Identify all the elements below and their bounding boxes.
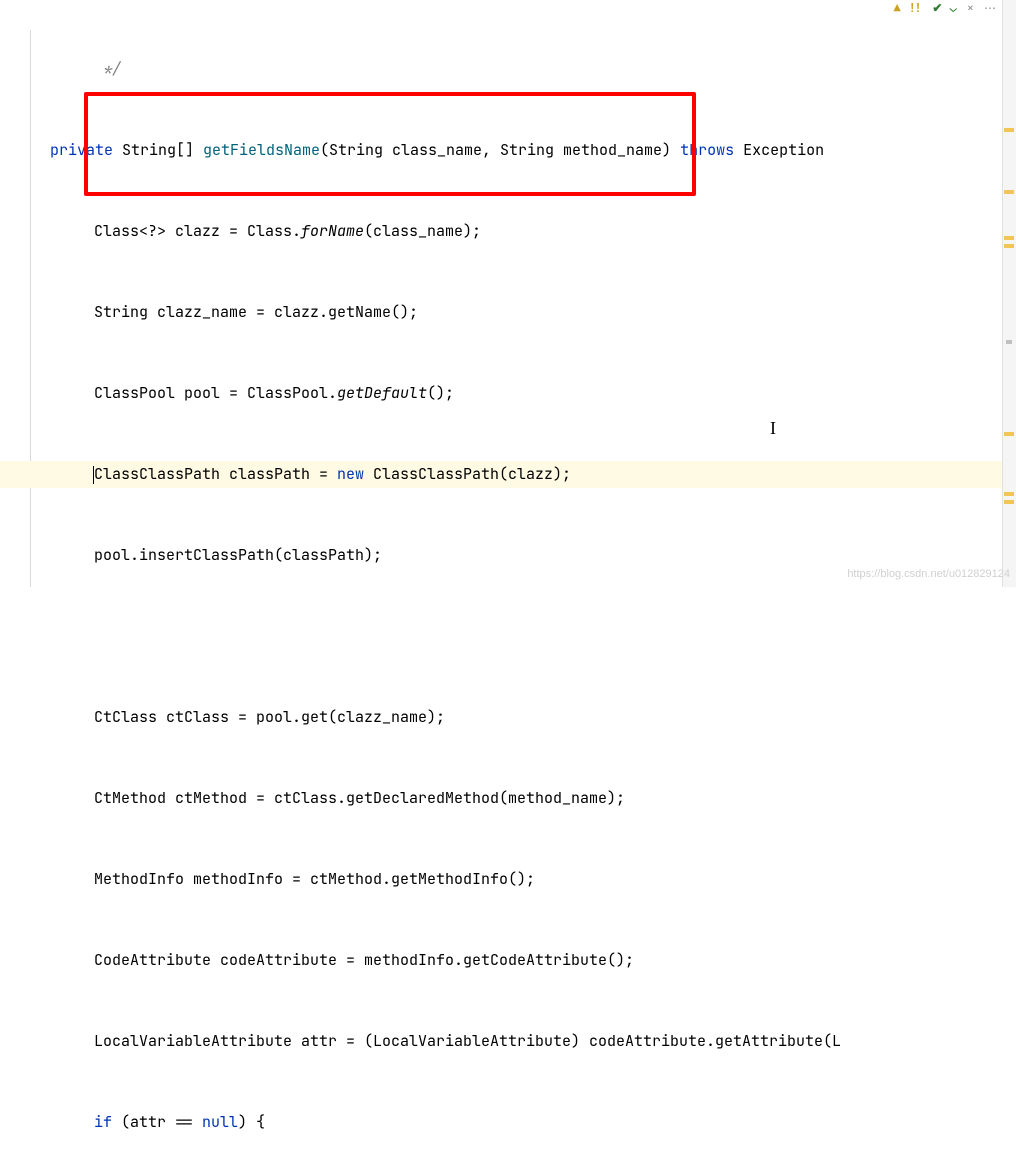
code-editor[interactable]: */ private String[] getFieldsName(String…	[0, 0, 1016, 587]
warning-stripe[interactable]	[1004, 190, 1014, 194]
warning-stripe[interactable]	[1004, 492, 1014, 496]
code-line-highlighted: ClassClassPath classPath = new ClassClas…	[0, 461, 1016, 488]
code-line: LocalVariableAttribute attr = (LocalVari…	[0, 1028, 1016, 1055]
method-signature: private String[] getFieldsName(String cl…	[0, 137, 1016, 164]
code-line: CodeAttribute codeAttribute = methodInfo…	[0, 947, 1016, 974]
code-line: CtMethod ctMethod = ctClass.getDeclaredM…	[0, 785, 1016, 812]
scrollbar-stripe-gutter[interactable]	[1002, 0, 1016, 587]
warning-stripe[interactable]	[1004, 432, 1014, 436]
warning-stripe[interactable]	[1004, 244, 1014, 248]
code-line: Class<?> clazz = Class.forName(class_nam…	[0, 218, 1016, 245]
watermark: https://blog.csdn.net/u012829124	[847, 565, 1010, 585]
code-line: ClassPool pool = ClassPool.getDefault();	[0, 380, 1016, 407]
code-line: CtClass ctClass = pool.get(clazz_name);	[0, 704, 1016, 731]
code-line: MethodInfo methodInfo = ctMethod.getMeth…	[0, 866, 1016, 893]
mark-stripe[interactable]	[1006, 340, 1012, 344]
blank-line	[0, 623, 1016, 650]
warning-stripe[interactable]	[1004, 128, 1014, 132]
comment-end: */	[94, 59, 121, 79]
text-cursor-icon: I	[770, 412, 776, 444]
code-line: String clazz_name = clazz.getName();	[0, 299, 1016, 326]
warning-stripe[interactable]	[1004, 236, 1014, 240]
warning-stripe[interactable]	[1004, 500, 1014, 504]
code-line: if (attr == null) {	[0, 1109, 1016, 1136]
